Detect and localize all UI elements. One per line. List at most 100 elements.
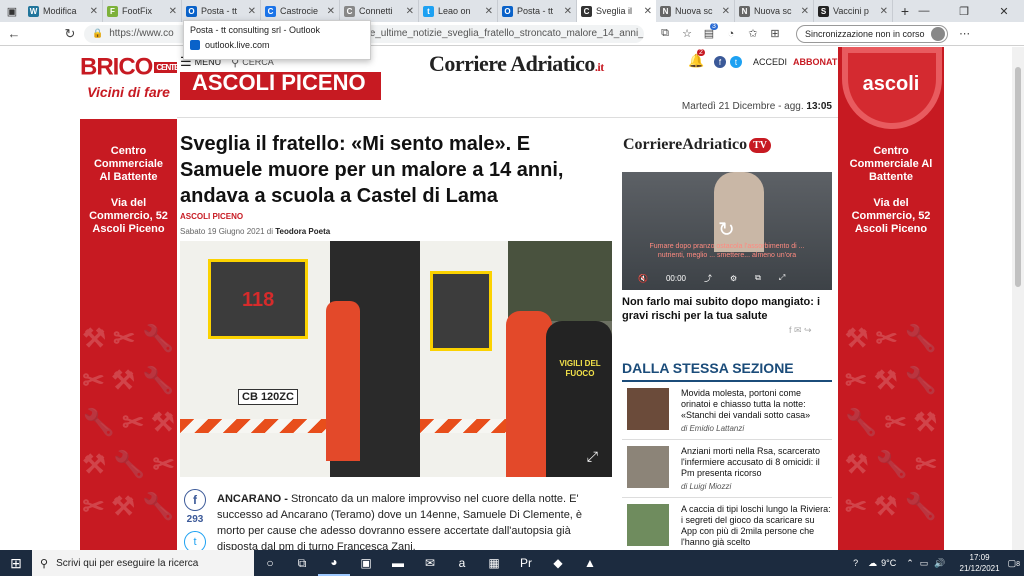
favorite-star-icon[interactable]: ☆ xyxy=(676,27,698,40)
browser-tab[interactable]: C Connetti ✕ xyxy=(340,0,419,22)
back-button[interactable]: ← xyxy=(0,26,28,41)
browser-tab[interactable]: W Modifica ✕ xyxy=(24,0,103,22)
close-tab-icon[interactable]: ✕ xyxy=(485,6,493,17)
task-view-icon[interactable]: ⧉ xyxy=(286,550,318,576)
extension-icon[interactable]: ▤ 3 xyxy=(698,23,720,40)
browser-tab[interactable]: t Leao on ✕ xyxy=(419,0,498,22)
tv-logo[interactable]: CorriereAdriatico TV xyxy=(623,136,771,154)
article-byline: Sabato 19 Giugno 2021 di Teodora Poeta xyxy=(180,227,331,236)
close-tab-icon[interactable]: ✕ xyxy=(801,6,809,17)
login-link[interactable]: ACCEDI xyxy=(753,57,787,67)
sync-status-button[interactable]: Sincronizzazione non in corso xyxy=(796,24,948,43)
help-icon[interactable]: ? xyxy=(853,558,858,568)
mute-icon[interactable]: 🔇 xyxy=(638,274,648,283)
related-thumbnail xyxy=(627,446,669,488)
fullscreen-icon[interactable]: ⤢ xyxy=(779,273,785,283)
mail-icon[interactable]: ✉ xyxy=(414,550,446,576)
right-ad-banner[interactable]: ascoli Centro Commerciale Al Battente Vi… xyxy=(838,47,944,550)
taskbar-search[interactable]: ⚲ Scrivi qui per eseguire la ricerca xyxy=(32,550,254,576)
photos-icon[interactable]: ▲ xyxy=(574,550,606,576)
browser-tab[interactable]: N Nuova sc ✕ xyxy=(656,0,735,22)
author-link[interactable]: Teodora Poeta xyxy=(275,227,330,236)
twitter-icon[interactable]: t xyxy=(730,56,742,68)
store-icon[interactable]: ▣ xyxy=(350,550,382,576)
notification-center-icon[interactable]: ▢8 xyxy=(1008,558,1020,569)
close-tab-icon[interactable]: ✕ xyxy=(90,6,98,17)
edge-icon[interactable]: ◕ xyxy=(318,550,350,576)
app-available-icon[interactable]: ⧉ xyxy=(654,27,676,40)
close-tab-icon[interactable]: ✕ xyxy=(722,6,730,17)
close-tab-icon[interactable]: ✕ xyxy=(644,6,652,17)
start-button[interactable]: ⊞ xyxy=(0,550,32,576)
system-tray: ? ☁ 9°C ⌃ ▭ 🔊 17:09 21/12/2021 ▢8 xyxy=(853,550,1024,576)
replay-icon[interactable]: ↻ xyxy=(718,217,735,242)
section-banner[interactable]: ASCOLI PICENO xyxy=(180,72,381,100)
maximize-button[interactable]: ❐ xyxy=(944,0,984,22)
video-player[interactable]: ↻ Fumare dopo pranzo ostacola l'assorbim… xyxy=(622,172,832,290)
close-window-button[interactable]: ✕ xyxy=(984,0,1024,22)
tab-favicon-icon: C xyxy=(581,5,592,17)
facebook-icon[interactable]: f xyxy=(714,56,726,68)
browser-tab[interactable]: C Sveglia il ✕ xyxy=(577,0,656,22)
related-title[interactable]: Anziani morti nella Rsa, scarcerato l'in… xyxy=(681,446,831,479)
browser-tab[interactable]: O Posta - tt ✕ xyxy=(498,0,577,22)
scrollbar-thumb[interactable] xyxy=(1015,67,1021,287)
related-title[interactable]: A caccia di tipi loschi lungo la Riviera… xyxy=(681,504,831,548)
twitter-share-button[interactable]: t xyxy=(184,531,206,550)
video-share-icons[interactable]: f ✉ ↪ xyxy=(789,325,812,336)
divider xyxy=(622,439,832,440)
browser-tab[interactable]: N Nuova sc ✕ xyxy=(735,0,814,22)
subscribe-link[interactable]: ABBONATI xyxy=(793,57,838,67)
premiere-icon[interactable]: Pr xyxy=(510,550,542,576)
article-section-link[interactable]: ASCOLI PICENO xyxy=(180,212,243,221)
tooltip-domain: outlook.live.com xyxy=(205,40,270,50)
paint-icon[interactable]: ◆ xyxy=(542,550,574,576)
tab-favicon-icon: O xyxy=(186,5,197,17)
site-logo[interactable]: Corriere Adriatico.it xyxy=(429,51,604,77)
browser-tab[interactable]: O Posta - tt ✕ xyxy=(182,0,261,22)
left-ad-banner[interactable]: BRICO CENTER Vicini di fare Centro Commer… xyxy=(80,47,186,550)
weather-temp[interactable]: 9°C xyxy=(881,558,896,568)
file-explorer-icon[interactable]: ▬ xyxy=(382,550,414,576)
firefighter-vest-text: VIGILI DEL FUOCO xyxy=(559,359,601,378)
outlook-icon xyxy=(190,40,200,50)
amazon-icon[interactable]: a xyxy=(446,550,478,576)
page-scrollbar[interactable] xyxy=(1012,47,1024,550)
collections-icon[interactable]: ⊞ xyxy=(764,27,786,40)
taskbar-clock[interactable]: 17:09 21/12/2021 xyxy=(960,552,1000,574)
close-tab-icon[interactable]: ✕ xyxy=(248,6,256,17)
video-title[interactable]: Non farlo mai subito dopo mangiato: i gr… xyxy=(622,295,832,323)
calculator-icon[interactable]: ▦ xyxy=(478,550,510,576)
browser-tab[interactable]: F FootFix ✕ xyxy=(103,0,182,22)
notification-bell-icon[interactable]: 🔔 2 xyxy=(688,49,705,69)
close-tab-icon[interactable]: ✕ xyxy=(406,6,414,17)
volume-icon[interactable]: 🔊 xyxy=(934,558,945,569)
weather-icon[interactable]: ☁ xyxy=(868,558,877,569)
share-icon[interactable]: ⤴ xyxy=(704,273,712,284)
edge-extension-icon[interactable]: ◔ xyxy=(720,28,742,40)
more-menu-icon[interactable]: ⋯ xyxy=(954,27,976,40)
tray-chevron-icon[interactable]: ⌃ xyxy=(906,558,914,569)
article-photo[interactable]: 118 CB 120ZC VIGILI DEL FUOCO ⤢ xyxy=(180,241,612,477)
facebook-share-button[interactable]: f xyxy=(184,489,206,511)
tab-favicon-icon: N xyxy=(660,5,671,17)
minimize-button[interactable]: — xyxy=(904,0,944,22)
settings-icon[interactable]: ⚙ xyxy=(730,274,737,283)
favorites-icon[interactable]: ✩ xyxy=(742,27,764,40)
cortana-icon[interactable]: ○ xyxy=(254,550,286,576)
close-tab-icon[interactable]: ✕ xyxy=(564,6,572,17)
related-title[interactable]: Movida molesta, portoni come orinatoi e … xyxy=(681,388,831,421)
browser-tab[interactable]: C Castrocie ✕ xyxy=(261,0,340,22)
expand-icon[interactable]: ⤢ xyxy=(587,448,598,465)
extension-badge: 3 xyxy=(710,23,718,30)
close-tab-icon[interactable]: ✕ xyxy=(169,6,177,17)
refresh-button[interactable]: ↻ xyxy=(56,26,84,42)
pip-icon[interactable]: ⧉ xyxy=(755,273,761,283)
close-tab-icon[interactable]: ✕ xyxy=(327,6,335,17)
tab-list: W Modifica ✕ F FootFix ✕ O Posta - tt ✕ C Castroci… xyxy=(24,0,893,22)
browser-tab[interactable]: S Vaccini p ✕ xyxy=(814,0,893,22)
close-tab-icon[interactable]: ✕ xyxy=(880,6,888,17)
network-icon[interactable]: ▭ xyxy=(920,558,929,569)
tab-title: Sveglia il xyxy=(596,6,633,16)
tab-actions-icon[interactable]: ▣ xyxy=(0,0,24,22)
